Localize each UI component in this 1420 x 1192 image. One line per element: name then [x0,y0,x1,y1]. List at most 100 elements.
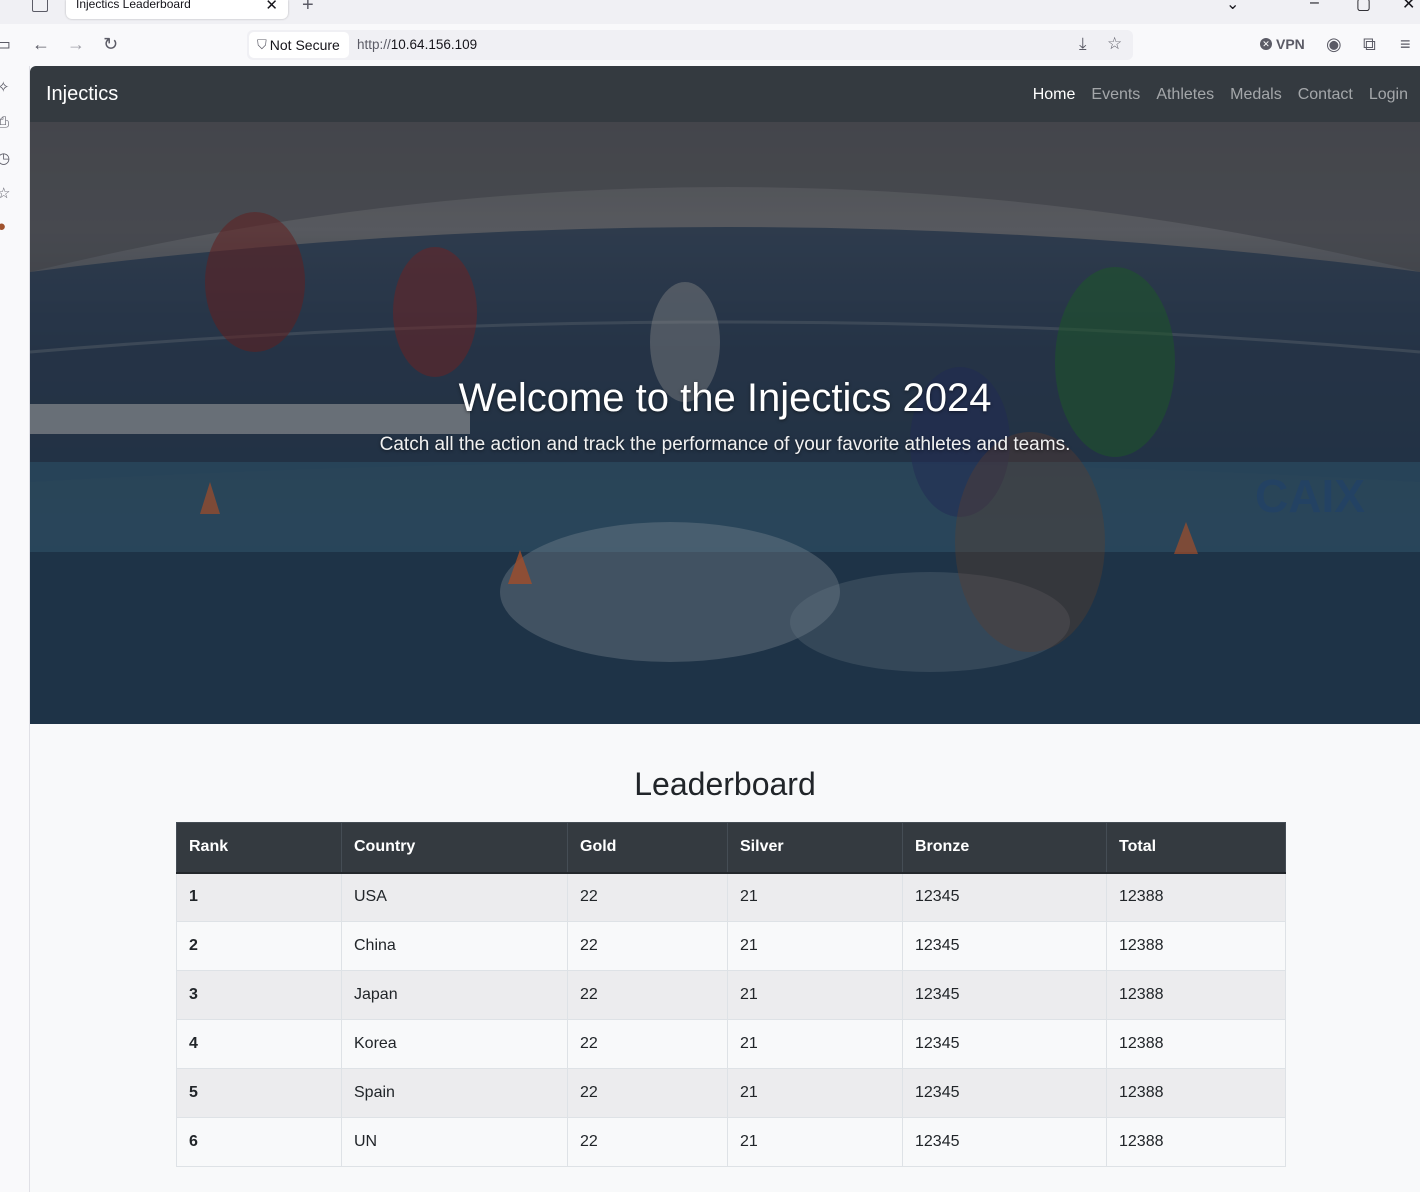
reload-icon[interactable]: ↻ [103,32,118,56]
col-gold: Gold [567,822,728,874]
browser-toolbar: ▭ ← → ↻ ⛉ Not Secure http://10.64.156.10… [0,24,1420,66]
col-country: Country [341,822,568,874]
table-row: 5 Spain 22 21 12345 12388 [176,1068,1286,1118]
cell-rank: 1 [176,872,342,922]
cell-bronze: 12345 [902,872,1107,922]
new-tab-icon[interactable]: + [302,0,314,17]
vpn-label: VPN [1276,36,1305,52]
pin-icon[interactable]: ✧ [0,78,10,96]
maximize-icon[interactable]: ▢ [1356,0,1371,14]
cell-rank: 6 [176,1117,342,1167]
table-row: 3 Japan 22 21 12345 12388 [176,970,1286,1020]
window-close-icon[interactable]: ✕ [1402,0,1415,14]
leaderboard-title: Leaderboard [634,766,816,802]
cell-country: Spain [341,1068,568,1118]
col-silver: Silver [727,822,903,874]
cell-rank: 2 [176,921,342,971]
synced-tabs-icon[interactable]: ⎙ [0,114,9,131]
cell-gold: 22 [567,970,728,1020]
leaderboard-table: Rank Country Gold Silver Bronze Total 1 … [176,822,1286,1167]
cell-gold: 22 [567,1068,728,1118]
site-navbar: Injectics Home Events Athletes Medals Co… [30,66,1420,122]
nav-login[interactable]: Login [1369,86,1408,104]
cell-silver: 21 [727,872,903,922]
cell-silver: 21 [727,970,903,1020]
shield-slash-icon: ⛉ [257,37,267,52]
extensions-icon[interactable]: ⧉ [1363,32,1376,56]
hero-subtitle: Catch all the action and track the perfo… [379,434,1071,455]
cell-rank: 5 [176,1068,342,1118]
tab-strip: Injectics Leaderboard ✕ + ⌄ – ▢ ✕ [0,0,1420,24]
cell-bronze: 12345 [902,921,1107,971]
hero-banner: CAIX Welcome to the Injectics 2024 Catch… [30,122,1420,724]
sidebar-toggle-icon[interactable]: ▭ [0,32,11,56]
security-label: Not Secure [269,37,340,53]
cell-gold: 22 [567,1117,728,1167]
nav-home[interactable]: Home [1033,86,1076,104]
cell-country: USA [341,872,568,922]
cell-country: Japan [341,970,568,1020]
table-row: 2 China 22 21 12345 12388 [176,921,1286,971]
hero-overlay [30,122,1420,724]
col-rank: Rank [176,822,342,874]
cell-country: Korea [341,1019,568,1069]
nav-medals[interactable]: Medals [1230,86,1282,104]
forward-icon[interactable]: → [67,32,85,56]
cell-bronze: 12345 [902,1117,1107,1167]
history-icon[interactable]: ◷ [0,149,10,167]
save-page-icon[interactable]: ⤓ [1079,34,1087,54]
cell-gold: 22 [567,921,728,971]
close-tab-icon[interactable]: ✕ [265,0,278,14]
cell-total: 12388 [1106,872,1286,922]
nav-events[interactable]: Events [1091,86,1140,104]
site-brand[interactable]: Injectics [46,83,118,106]
cell-silver: 21 [727,1019,903,1069]
nav-links: Home Events Athletes Medals Contact Logi… [1033,86,1408,104]
cell-total: 12388 [1106,1019,1286,1069]
cell-silver: 21 [727,1068,903,1118]
web-page: Injectics Home Events Athletes Medals Co… [30,66,1420,1192]
table-header-row: Rank Country Gold Silver Bronze Total [176,822,1286,874]
cell-rank: 3 [176,970,342,1020]
vpn-status-icon: ✕ [1260,38,1272,50]
security-indicator[interactable]: ⛉ Not Secure [249,32,349,58]
cell-total: 12388 [1106,1068,1286,1118]
bookmark-star-icon[interactable]: ☆ [1107,34,1122,54]
minimize-icon[interactable]: – [1310,0,1319,12]
tab-list-icon[interactable] [32,0,48,12]
address-bar[interactable]: ⛉ Not Secure http://10.64.156.109 ⤓ ☆ [247,30,1133,60]
browser-tab[interactable]: Injectics Leaderboard ✕ [66,0,288,19]
cell-country: China [341,921,568,971]
cell-silver: 21 [727,921,903,971]
cell-gold: 22 [567,872,728,922]
back-icon[interactable]: ← [32,32,50,56]
browser-sidebar: ✧ ⎙ ◷ ☆ ● [0,66,30,1192]
cell-bronze: 12345 [902,970,1107,1020]
cell-gold: 22 [567,1019,728,1069]
cell-bronze: 12345 [902,1068,1107,1118]
url-host: 10.64.156.109 [390,37,478,52]
url-scheme: http:// [357,37,391,52]
cell-country: UN [341,1117,568,1167]
chevron-down-icon[interactable]: ⌄ [1226,0,1239,14]
table-row: 6 UN 22 21 12345 12388 [176,1117,1286,1167]
cell-bronze: 12345 [902,1019,1107,1069]
menu-icon[interactable]: ≡ [1400,32,1411,56]
nav-contact[interactable]: Contact [1298,86,1353,104]
account-icon[interactable]: ◉ [1326,32,1342,56]
cell-total: 12388 [1106,970,1286,1020]
cell-total: 12388 [1106,921,1286,971]
cell-silver: 21 [727,1117,903,1167]
hero-title: Welcome to the Injectics 2024 [458,376,992,420]
bookmarks-star-icon[interactable]: ☆ [0,184,10,202]
tab-title: Injectics Leaderboard [76,0,191,11]
col-bronze: Bronze [902,822,1107,874]
cookie-icon[interactable]: ● [0,218,6,235]
url-text[interactable]: http://10.64.156.109 [357,37,477,52]
cell-rank: 4 [176,1019,342,1069]
vpn-button[interactable]: ✕ VPN [1260,36,1305,52]
table-row: 1 USA 22 21 12345 12388 [176,872,1286,922]
col-total: Total [1106,822,1286,874]
nav-athletes[interactable]: Athletes [1156,86,1214,104]
table-row: 4 Korea 22 21 12345 12388 [176,1019,1286,1069]
